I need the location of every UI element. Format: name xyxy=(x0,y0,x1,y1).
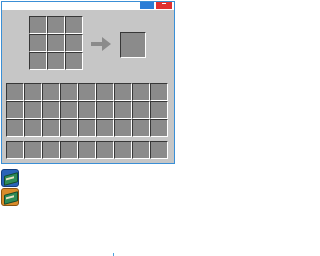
crafting-slot[interactable] xyxy=(29,52,47,70)
crafting-window xyxy=(1,1,175,164)
hotbar-slot[interactable] xyxy=(24,141,42,159)
hotbar-slot[interactable] xyxy=(150,141,168,159)
inventory-slot[interactable] xyxy=(24,119,42,137)
inventory-slot[interactable] xyxy=(60,83,78,101)
inventory-slot[interactable] xyxy=(78,101,96,119)
inventory-slot[interactable] xyxy=(78,119,96,137)
inventory-slot[interactable] xyxy=(24,83,42,101)
hotbar-slot[interactable] xyxy=(78,141,96,159)
inventory-slot[interactable] xyxy=(96,83,114,101)
hotbar-slot[interactable] xyxy=(114,141,132,159)
crafting-arrow-icon xyxy=(91,37,111,51)
inventory-slot[interactable] xyxy=(132,83,150,101)
inventory-slot[interactable] xyxy=(114,83,132,101)
book-icon xyxy=(4,191,18,205)
inventory-slot[interactable] xyxy=(6,101,24,119)
hotbar-slot[interactable] xyxy=(6,141,24,159)
crafting-slot[interactable] xyxy=(65,52,83,70)
inventory-slot[interactable] xyxy=(24,101,42,119)
inventory-slot[interactable] xyxy=(114,119,132,137)
window-titlebar[interactable] xyxy=(2,2,174,10)
recipe-book-tab-orange[interactable] xyxy=(1,188,19,206)
hotbar-slot[interactable] xyxy=(42,141,60,159)
inventory-slot[interactable] xyxy=(150,83,168,101)
hotbar-slot[interactable] xyxy=(132,141,150,159)
close-button[interactable] xyxy=(156,2,172,9)
crafting-slot[interactable] xyxy=(29,34,47,52)
inventory-slot[interactable] xyxy=(114,101,132,119)
crafting-slot[interactable] xyxy=(29,16,47,34)
inventory-slot[interactable] xyxy=(42,101,60,119)
inventory-slot[interactable] xyxy=(60,101,78,119)
inventory-slot[interactable] xyxy=(150,101,168,119)
hotbar-slot[interactable] xyxy=(60,141,78,159)
crafting-slot[interactable] xyxy=(65,34,83,52)
recipe-book-tab-blue[interactable] xyxy=(1,169,19,187)
inventory-slot[interactable] xyxy=(60,119,78,137)
hotbar-slot[interactable] xyxy=(96,141,114,159)
inventory-slot[interactable] xyxy=(6,119,24,137)
crafting-slot[interactable] xyxy=(65,16,83,34)
inventory-slot[interactable] xyxy=(96,119,114,137)
inventory-slot[interactable] xyxy=(150,119,168,137)
minimize-button[interactable] xyxy=(140,2,154,9)
crafting-result-slot[interactable] xyxy=(120,32,146,58)
inventory-slot[interactable] xyxy=(96,101,114,119)
inventory-slot[interactable] xyxy=(42,119,60,137)
inventory-slot[interactable] xyxy=(132,119,150,137)
crafting-slot[interactable] xyxy=(47,16,65,34)
inventory-slot[interactable] xyxy=(132,101,150,119)
book-icon xyxy=(4,172,18,186)
crafting-slot[interactable] xyxy=(47,52,65,70)
inventory-slot[interactable] xyxy=(42,83,60,101)
crafting-slot[interactable] xyxy=(47,34,65,52)
inventory-slot[interactable] xyxy=(78,83,96,101)
inventory-slot[interactable] xyxy=(6,83,24,101)
